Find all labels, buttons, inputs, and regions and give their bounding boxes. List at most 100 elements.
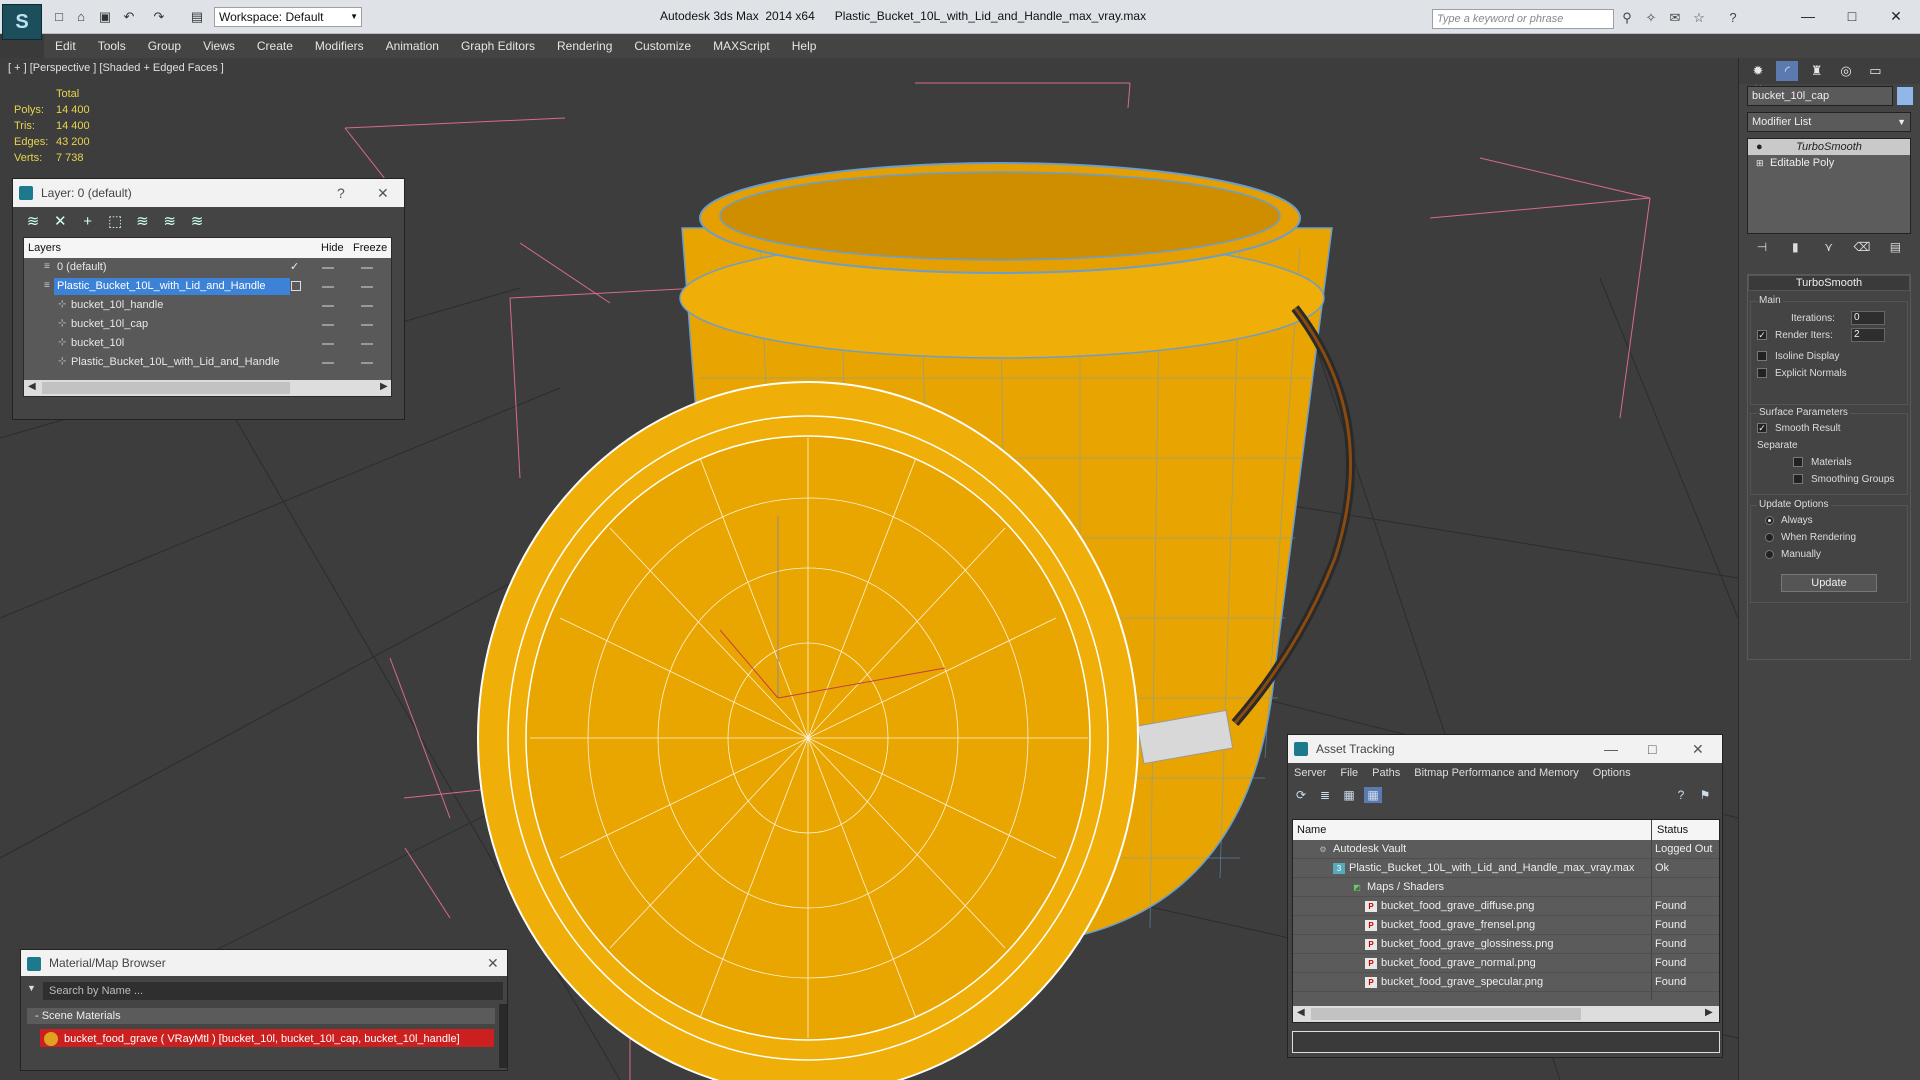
help-icon[interactable]: ? — [337, 179, 345, 207]
menu-views[interactable]: Views — [192, 34, 246, 58]
layer-dialog-title-bar[interactable]: Layer: 0 (default) ? ✕ — [13, 179, 404, 207]
project-folder-icon[interactable]: ▤ — [188, 9, 206, 25]
freeze-toggle[interactable] — [361, 305, 373, 307]
freeze-toggle[interactable] — [361, 362, 373, 364]
asset-tracking-title-bar[interactable]: Asset Tracking — □ ✕ — [1288, 735, 1722, 763]
always-radio[interactable] — [1765, 516, 1774, 525]
col-freeze[interactable]: Freeze — [353, 238, 387, 258]
asset-row[interactable]: 3 Plastic_Bucket_10L_with_Lid_and_Handle… — [1293, 859, 1719, 878]
add-to-layer-icon[interactable]: + — [76, 211, 100, 233]
render-iters-checkbox[interactable]: ✓ — [1757, 330, 1767, 340]
close-button[interactable]: ✕ — [1876, 6, 1916, 26]
freeze-toggle[interactable] — [361, 324, 373, 326]
show-end-result-icon[interactable]: ▮ — [1780, 240, 1810, 254]
hide-toggle[interactable] — [322, 305, 334, 307]
scroll-thumb[interactable] — [1311, 1008, 1581, 1020]
scene-materials-section[interactable]: - Scene Materials — [27, 1008, 495, 1024]
explicit-normals-checkbox[interactable] — [1757, 368, 1767, 378]
viewport-label[interactable]: [ + ] [Perspective ] [Shaded + Edged Fac… — [8, 62, 224, 74]
object-name-field[interactable]: bucket_10l_cap — [1747, 86, 1893, 106]
modifier-list-dropdown[interactable]: Modifier List ▼ — [1747, 112, 1911, 132]
freeze-toggle[interactable] — [361, 267, 373, 269]
asset-row[interactable]: P bucket_food_grave_normal.png Found — [1293, 954, 1719, 973]
redo-icon[interactable]: ↷ — [150, 9, 168, 25]
menu-rendering[interactable]: Rendering — [546, 34, 623, 58]
scroll-left-icon[interactable]: ◀ — [28, 381, 36, 392]
scroll-thumb[interactable] — [42, 382, 290, 394]
hide-toggle[interactable] — [322, 343, 334, 345]
layer-row[interactable]: ⊹ Plastic_Bucket_10L_with_Lid_and_Handle — [24, 353, 391, 372]
search-input[interactable]: Type a keyword or phrase — [1432, 9, 1614, 29]
current-layer-check-icon[interactable]: ✓ — [290, 258, 299, 277]
asset-menu-bitmap-performance-and-memory[interactable]: Bitmap Performance and Memory — [1414, 767, 1578, 779]
configure-sets-icon[interactable]: ▤ — [1880, 240, 1910, 254]
render-iters-spinner[interactable]: 2 — [1851, 328, 1885, 342]
lightbulb-icon[interactable]: ● — [1756, 139, 1763, 155]
layer-row[interactable]: ⊹ bucket_10l_cap — [24, 315, 391, 334]
hide-toggle[interactable] — [322, 362, 334, 364]
freeze-toggle[interactable] — [361, 286, 373, 288]
undo-icon[interactable]: ↶ — [120, 9, 138, 25]
maximize-button[interactable]: □ — [1832, 6, 1872, 26]
hide-toggle[interactable] — [322, 286, 334, 288]
app-menu-button[interactable]: S — [2, 4, 42, 40]
horizontal-scrollbar[interactable]: ◀ ▶ — [1293, 1006, 1719, 1022]
delete-layer-icon[interactable]: ✕ — [48, 211, 72, 233]
hide-toggle[interactable] — [322, 324, 334, 326]
smoothing-groups-checkbox[interactable] — [1793, 474, 1803, 484]
select-objects-icon[interactable]: ⬚ — [103, 211, 127, 233]
col-name[interactable]: Name — [1297, 820, 1326, 840]
binoculars-icon[interactable]: ⚲ — [1618, 10, 1636, 26]
menu-group[interactable]: Group — [137, 34, 192, 58]
list-view-icon[interactable]: ≣ — [1316, 787, 1334, 803]
close-icon[interactable]: ✕ — [1692, 735, 1704, 763]
asset-menu-server[interactable]: Server — [1294, 767, 1326, 779]
set-current-icon[interactable] — [291, 281, 301, 291]
pin-stack-icon[interactable]: ⊣ — [1747, 240, 1777, 254]
asset-menu-file[interactable]: File — [1340, 767, 1358, 779]
refresh-icon[interactable]: ⟳ — [1292, 787, 1310, 803]
communication-icon[interactable]: ✉ — [1666, 10, 1684, 26]
smooth-result-checkbox[interactable]: ✓ — [1757, 423, 1767, 433]
when-rendering-radio[interactable] — [1765, 533, 1774, 542]
hide-all-icon[interactable]: ≋ — [158, 211, 182, 233]
layer-row[interactable]: ≡ Plastic_Bucket_10L_with_Lid_and_Handle — [24, 277, 391, 296]
table-view-icon[interactable]: ▦ — [1340, 787, 1358, 803]
display-tab-icon[interactable]: ▭ — [1864, 61, 1886, 81]
menu-help[interactable]: Help — [781, 34, 828, 58]
minimize-icon[interactable]: — — [1604, 735, 1618, 763]
open-file-icon[interactable]: ⌂ — [72, 9, 90, 25]
hierarchy-tab-icon[interactable]: ♜ — [1806, 61, 1828, 81]
manually-radio[interactable] — [1765, 550, 1774, 559]
help-icon[interactable]: ? — [1672, 787, 1690, 803]
scroll-left-icon[interactable]: ◀ — [1297, 1007, 1305, 1018]
subscription-icon[interactable]: ✧ — [1642, 10, 1660, 26]
update-button[interactable]: Update — [1781, 574, 1877, 592]
workspace-dropdown[interactable]: Workspace: Default ▼ — [214, 7, 362, 27]
rollout-header[interactable]: TurboSmooth — [1748, 275, 1910, 291]
layer-row[interactable]: ⊹ bucket_10l — [24, 334, 391, 353]
menu-customize[interactable]: Customize — [623, 34, 702, 58]
iterations-spinner[interactable]: 0 — [1851, 311, 1885, 325]
scroll-right-icon[interactable]: ▶ — [380, 381, 388, 392]
minimize-button[interactable]: — — [1788, 6, 1828, 26]
options-chevron-icon[interactable]: ▼ — [27, 983, 36, 993]
maximize-icon[interactable]: □ — [1648, 735, 1656, 763]
layer-row[interactable]: ⊹ bucket_10l_handle — [24, 296, 391, 315]
create-layer-icon[interactable]: ≋ — [21, 211, 45, 233]
modify-tab-icon[interactable]: ◜ — [1776, 61, 1799, 81]
motion-tab-icon[interactable]: ◎ — [1835, 61, 1857, 81]
highlight-layer-icon[interactable]: ≋ — [130, 211, 154, 233]
freeze-toggle[interactable] — [361, 343, 373, 345]
object-color-swatch[interactable] — [1897, 87, 1913, 105]
asset-row[interactable]: P bucket_food_grave_glossiness.png Found — [1293, 935, 1719, 954]
scroll-right-icon[interactable]: ▶ — [1705, 1007, 1713, 1018]
col-hide[interactable]: Hide — [321, 238, 344, 258]
create-tab-icon[interactable]: ✹ — [1747, 61, 1769, 81]
menu-graph-editors[interactable]: Graph Editors — [450, 34, 546, 58]
asset-row[interactable]: P bucket_food_grave_diffuse.png Found — [1293, 897, 1719, 916]
layer-row[interactable]: ≡ 0 (default) ✓ — [24, 258, 391, 277]
asset-row[interactable]: P bucket_food_grave_frensel.png Found — [1293, 916, 1719, 935]
asset-row[interactable]: ◩ Maps / Shaders — [1293, 878, 1719, 897]
asset-row[interactable]: P bucket_food_grave_specular.png Found — [1293, 973, 1719, 992]
